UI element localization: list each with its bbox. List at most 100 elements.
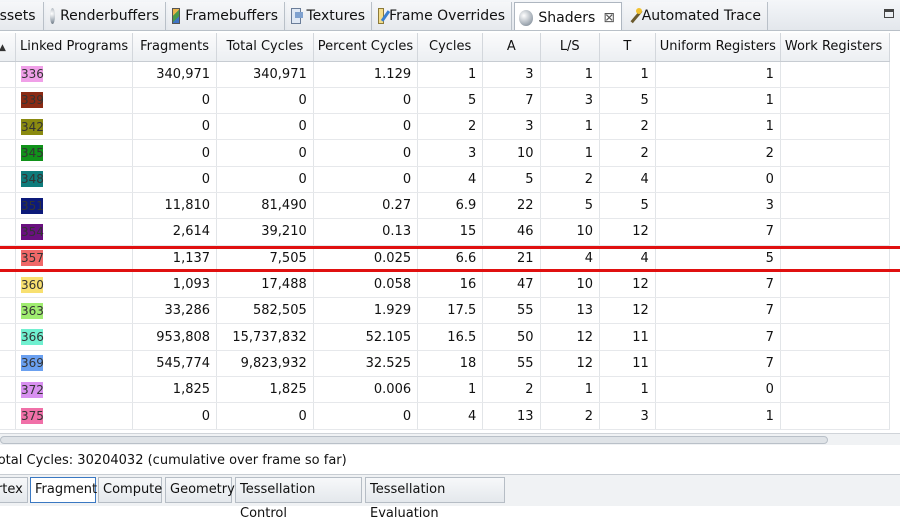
column-header-cycles[interactable]: Cycles	[417, 33, 484, 62]
cell-linked-program[interactable]: 372	[15, 376, 134, 404]
tab-textures[interactable]: Textures	[287, 2, 372, 30]
table-row[interactable]: 357 1,137 7,505 0.025 6.6 21 4 4 5	[0, 245, 891, 272]
scrollbar-thumb[interactable]	[0, 436, 828, 444]
shader-type-tab-bar: Vertex Fragment Compute Geometry Tessell…	[0, 474, 900, 521]
cell-linked-program[interactable]: 360	[15, 271, 134, 299]
horizontal-scrollbar[interactable]	[0, 433, 900, 445]
column-header-ls[interactable]: L/S	[540, 33, 601, 62]
table-row[interactable]: 351 11,810 81,490 0.27 6.9 22 5 5 3	[0, 192, 891, 220]
cell-linked-program[interactable]: 369	[15, 350, 134, 378]
cell-uniform-registers: 0	[655, 376, 781, 404]
table-row[interactable]: 366 953,808 15,737,832 52.105 16.5 50 12 11 7	[0, 323, 891, 351]
cell-a: 2	[482, 376, 541, 404]
column-header-a[interactable]: A	[482, 33, 541, 62]
column-header-percent-cycles[interactable]: Percent Cycles	[313, 33, 419, 62]
column-header-fragments[interactable]: Fragments	[132, 33, 218, 62]
tab-automated-trace[interactable]: Automated Trace	[624, 2, 768, 30]
program-color-swatch: 369	[20, 355, 44, 372]
framebuffer-icon	[172, 8, 181, 24]
cell-linked-program[interactable]: 336	[15, 61, 134, 88]
cell-uniform-registers: 1	[655, 61, 781, 88]
tab-frame-overrides[interactable]: Frame Overrides	[374, 2, 512, 30]
table-row[interactable]: 363 33,286 582,505 1.929 17.5 55 13 12 7	[0, 297, 891, 325]
cell-ls: 1	[540, 113, 601, 141]
tab-framebuffers[interactable]: Framebuffers	[168, 2, 285, 30]
cell-work-registers	[780, 87, 891, 115]
tab-vertex[interactable]: Vertex	[0, 477, 28, 503]
maximize-icon[interactable]	[884, 9, 894, 18]
tab-tessellation-control[interactable]: Tessellation Control	[235, 477, 362, 521]
cell-percent-cycles: 1.129	[313, 61, 419, 88]
cell-linked-program[interactable]: 348	[15, 166, 134, 193]
cell-total-cycles: 9,823,932	[216, 350, 314, 378]
column-header-uniform-registers[interactable]: Uniform Registers	[655, 33, 781, 62]
cell-linked-program[interactable]: 357	[15, 245, 134, 272]
table-row[interactable]: 354 2,614 39,210 0.13 15 46 10 12 7	[0, 218, 891, 246]
table-row[interactable]: 360 1,093 17,488 0.058 16 47 10 12 7	[0, 271, 891, 299]
tab-compute[interactable]: Compute	[98, 477, 162, 503]
sort-column-header[interactable]: ▲	[0, 33, 16, 62]
tab-tessellation-evaluation[interactable]: Tessellation Evaluation	[365, 477, 505, 521]
cell-linked-program[interactable]: 363	[15, 297, 134, 325]
table-row[interactable]: 342 0 0 0 2 3 1 2 1	[0, 113, 891, 141]
cell-linked-program[interactable]: 366	[15, 323, 134, 351]
cell-total-cycles: 81,490	[216, 192, 314, 220]
table-row[interactable]: 339 0 0 0 5 7 3 5 1	[0, 87, 891, 115]
table-row[interactable]: 348 0 0 0 4 5 2 4 0	[0, 166, 891, 193]
cell-linked-program[interactable]: 375	[15, 402, 134, 430]
table-row[interactable]: 345 0 0 0 3 10 1 2 2	[0, 139, 891, 167]
close-icon[interactable]: ⊠	[603, 10, 615, 26]
cell-linked-program[interactable]: 339	[15, 87, 134, 115]
tab-assets[interactable]: Assets	[0, 2, 44, 30]
cell-a: 22	[482, 192, 541, 220]
column-header-linked-programs[interactable]: Linked Programs	[15, 33, 134, 62]
cell-ls: 2	[540, 166, 601, 193]
tab-shaders[interactable]: Shaders ⊠	[514, 2, 622, 30]
cell-uniform-registers: 3	[655, 192, 781, 220]
column-header-t[interactable]: T	[599, 33, 656, 62]
cell-work-registers	[780, 218, 891, 246]
cell-t: 12	[599, 297, 656, 325]
cell-a: 13	[482, 402, 541, 430]
cell-work-registers	[780, 297, 891, 325]
cell-t: 12	[599, 271, 656, 299]
cell-linked-program[interactable]: 342	[15, 113, 134, 141]
cell-total-cycles: 0	[216, 113, 314, 141]
tab-tessellation-evaluation-label: Tessellation Evaluation	[370, 482, 446, 521]
program-color-swatch: 360	[20, 276, 44, 293]
cell-ls: 1	[540, 139, 601, 167]
cell-cycles: 5	[417, 87, 484, 115]
table-row[interactable]: 372 1,825 1,825 0.006 1 2 1 1 0	[0, 376, 891, 404]
cell-fragments: 11,810	[132, 192, 218, 220]
shader-table: ▲ Linked Programs Fragments Total Cycles…	[0, 33, 891, 430]
tab-fragment-label: Fragment	[35, 482, 98, 497]
tab-renderbuffers[interactable]: Renderbuffers	[46, 2, 166, 30]
cell-fragments: 0	[132, 113, 218, 141]
column-header-work-registers[interactable]: Work Registers	[780, 33, 891, 62]
cell-total-cycles: 0	[216, 402, 314, 430]
cell-a: 10	[482, 139, 541, 167]
cell-work-registers	[780, 113, 891, 141]
cell-ls: 1	[540, 376, 601, 404]
program-color-swatch: 351	[20, 197, 44, 214]
cell-fragments: 0	[132, 87, 218, 115]
column-header-total-cycles[interactable]: Total Cycles	[216, 33, 314, 62]
cell-cycles: 17.5	[417, 297, 484, 325]
cell-percent-cycles: 0.025	[313, 245, 419, 272]
table-row[interactable]: 375 0 0 0 4 13 2 3 1	[0, 402, 891, 430]
table-header-row: ▲ Linked Programs Fragments Total Cycles…	[0, 33, 891, 62]
cell-fragments: 1,825	[132, 376, 218, 404]
tab-tessellation-control-label: Tessellation Control	[240, 482, 316, 521]
tab-geometry[interactable]: Geometry	[165, 477, 235, 503]
cell-linked-program[interactable]: 345	[15, 139, 134, 167]
cell-t: 4	[599, 166, 656, 193]
cell-linked-program[interactable]: 351	[15, 192, 134, 220]
cell-a: 47	[482, 271, 541, 299]
cell-cycles: 1	[417, 61, 484, 88]
tab-fragment[interactable]: Fragment	[30, 477, 98, 503]
table-row[interactable]: 369 545,774 9,823,932 32.525 18 55 12 11 7	[0, 350, 891, 378]
cell-percent-cycles: 0.13	[313, 218, 419, 246]
cell-t: 5	[599, 192, 656, 220]
table-row[interactable]: 336 340,971 340,971 1.129 1 3 1 1 1	[0, 61, 891, 88]
cell-linked-program[interactable]: 354	[15, 218, 134, 246]
